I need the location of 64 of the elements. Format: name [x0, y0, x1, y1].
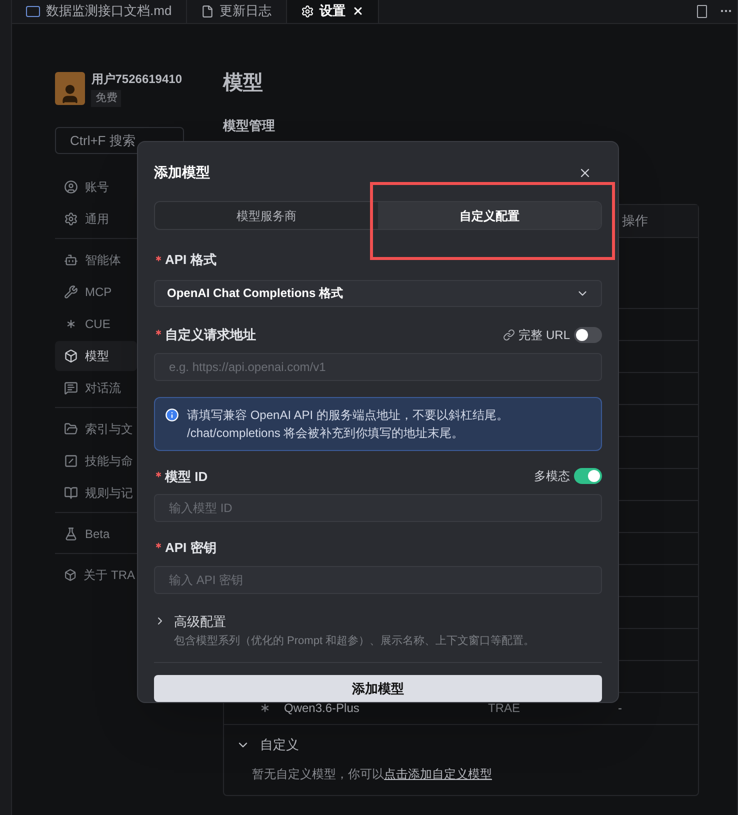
format-select[interactable]: OpenAI Chat Completions 格式 — [154, 280, 602, 308]
menu-icon — [64, 486, 78, 500]
menu-icon — [64, 422, 78, 436]
menu-icon — [64, 526, 78, 540]
sidebar-item[interactable]: 技能与命 — [55, 446, 137, 476]
user-name: 用户7526619410 — [91, 71, 182, 88]
input-field[interactable]: 输入 API 密钥 — [154, 566, 602, 594]
input-field[interactable]: 输入模型 ID — [154, 494, 602, 522]
sidebar-item[interactable]: 模型 — [55, 340, 137, 370]
sidebar-item[interactable]: 规则与记 — [55, 478, 137, 508]
table-cell-text: - — [618, 700, 622, 717]
advanced-description: 包含模型系列（优化的 Prompt 和超参）、展示名称、上下文窗口等配置。 — [173, 634, 536, 650]
add-custom-model-link[interactable]: 点击添加自定义模型 — [384, 766, 492, 780]
menu-icon — [64, 454, 78, 468]
file-icon — [200, 4, 214, 18]
toggle-switch[interactable] — [574, 326, 602, 343]
settings-icon — [300, 4, 314, 18]
info-text: /chat/completions 将会被补充到你填写的地址末尾。 — [187, 424, 465, 442]
sidebar-item[interactable]: 对话流 — [55, 372, 137, 402]
field-label: 模型 ID — [165, 468, 208, 486]
segment-tab[interactable]: 模型服务商 — [155, 202, 378, 230]
add-model-button[interactable]: 添加模型 — [154, 674, 602, 702]
sidebar-item[interactable]: CUE — [55, 308, 137, 338]
empty-message: 暂无自定义模型，你可以点击添加自定义模型 — [251, 766, 493, 782]
sidebar-item[interactable]: 索引与文 — [55, 414, 137, 444]
table-cell-text: TRAE — [488, 700, 522, 717]
field-label: API 格式 — [165, 251, 216, 270]
info-text: 请填写兼容 OpenAI API 的服务端点地址，不要以斜杠结尾。 — [187, 406, 508, 424]
field-label: 自定义请求地址 — [165, 326, 256, 344]
column-header: 操作 — [622, 212, 649, 230]
group-label: 自定义 — [260, 736, 299, 754]
editor-tab[interactable]: 数据监测接口文档.md — [12, 0, 187, 23]
menu-icon — [64, 568, 77, 582]
menu-icon — [64, 252, 78, 266]
sidebar-item[interactable]: 智能体 — [55, 244, 137, 274]
search-field[interactable]: Ctrl+F 搜索 — [55, 126, 184, 154]
toggle-label: 多模态 — [534, 468, 570, 486]
advanced-label[interactable]: 高级配置 — [174, 612, 226, 632]
link-icon — [502, 328, 515, 341]
sidebar-item[interactable]: 账号 — [55, 172, 137, 202]
toggle-label: 完整 URL — [518, 326, 570, 344]
dialog-title: 添加模型 — [154, 163, 210, 182]
editor-tab[interactable]: 设置 — [286, 0, 379, 23]
menu-icon — [64, 380, 78, 394]
field-label: API 密钥 — [165, 539, 216, 558]
sidebar-item[interactable]: MCP — [55, 276, 137, 306]
plan-badge: 免费 — [91, 90, 122, 106]
toggle-switch[interactable] — [574, 468, 602, 484]
markdown-icon — [26, 6, 40, 16]
menu-icon — [64, 212, 78, 226]
sidebar-item[interactable]: 通用 — [55, 204, 137, 234]
segment-tab[interactable]: 自定义配置 — [378, 202, 601, 230]
input-field[interactable]: e.g. https://api.openai.com/v1 — [154, 352, 602, 381]
table-cell-text: Qwen3.6-Plus — [284, 700, 360, 717]
close-icon[interactable] — [352, 5, 364, 17]
menu-icon — [64, 180, 78, 194]
sidebar-item[interactable]: Beta — [55, 518, 137, 548]
section-title: 模型管理 — [223, 117, 276, 135]
sidebar-item[interactable]: 关于 TRA — [55, 560, 137, 590]
info-icon — [165, 408, 179, 422]
menu-icon — [64, 284, 78, 298]
panel-icon[interactable] — [697, 4, 707, 18]
page-title: 模型 — [223, 71, 264, 96]
menu-icon — [64, 348, 78, 362]
